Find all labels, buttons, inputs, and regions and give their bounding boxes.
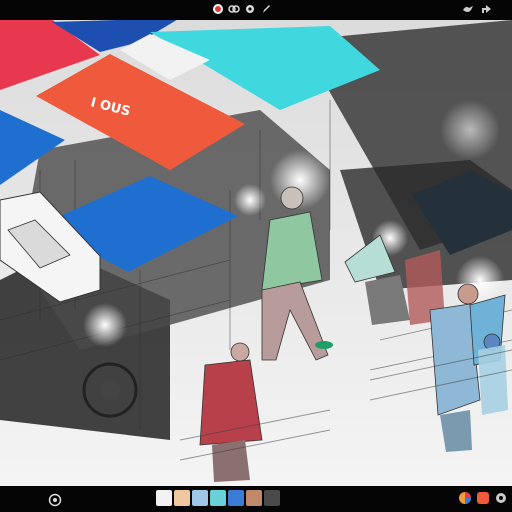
thumbnail[interactable] <box>210 490 226 506</box>
bottom-bar <box>0 486 512 512</box>
thumbnail[interactable] <box>174 490 190 506</box>
status-text <box>306 492 432 506</box>
thumbnail-strip <box>156 490 280 506</box>
color-wheel-icon[interactable] <box>458 491 472 505</box>
bottom-title <box>6 492 42 506</box>
record-icon[interactable] <box>212 3 224 15</box>
window-title <box>4 3 104 17</box>
thumbnail[interactable] <box>264 490 280 506</box>
bottom-label <box>64 492 148 506</box>
gear-icon[interactable] <box>244 3 256 15</box>
bird-icon[interactable] <box>462 3 474 15</box>
pencil-icon[interactable] <box>260 3 272 15</box>
thumbnail[interactable] <box>156 490 172 506</box>
thumbnail[interactable] <box>228 490 244 506</box>
market-illustration: I OUS <box>0 20 512 486</box>
app-icon[interactable] <box>476 491 490 505</box>
top-bar <box>0 0 512 20</box>
circle-icon[interactable] <box>48 492 62 507</box>
link-icon[interactable] <box>228 3 240 15</box>
artwork-canvas[interactable]: I OUS <box>0 20 512 486</box>
thumbnail[interactable] <box>246 490 262 506</box>
thumbnail[interactable] <box>192 490 208 506</box>
share-icon[interactable] <box>480 3 492 15</box>
gear-icon[interactable] <box>494 491 508 505</box>
top-toolbar <box>212 3 272 15</box>
